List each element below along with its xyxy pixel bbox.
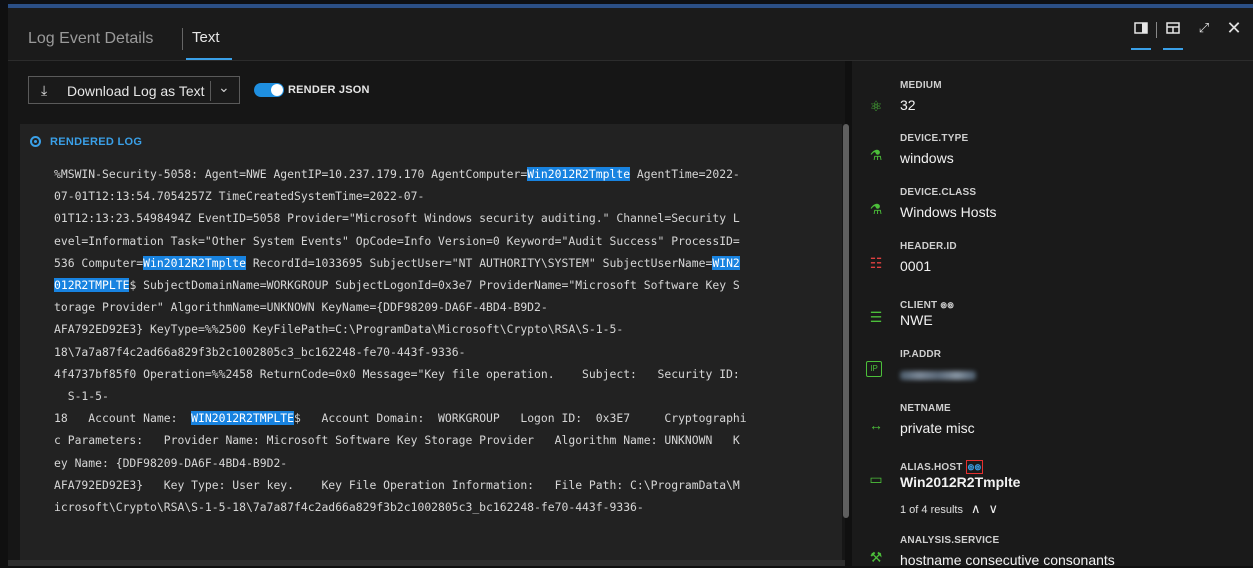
field-name: DEVICE.CLASS <box>900 187 977 198</box>
medium-icon: ⚛ <box>869 98 883 114</box>
log-line: AFA792ED92E3} KeyType=%%2500 KeyFilePath… <box>54 322 624 337</box>
field-value[interactable]: private misc <box>900 420 975 436</box>
ip-addr-icon: IP <box>866 361 882 377</box>
download-icon: ⤓ <box>41 82 48 98</box>
field-name: CLIENT ๏๏ <box>900 299 955 311</box>
field-value[interactable]: NWE <box>900 312 933 328</box>
search-highlight: Win2012R2Tmplte <box>143 255 247 270</box>
chevron-down-icon[interactable]: ∨ <box>989 501 999 516</box>
search-highlight: 012R2TMPLTE <box>54 278 130 292</box>
horizontal-scrollbar[interactable] <box>8 560 845 566</box>
search-highlight: Win2012R2Tmplte <box>527 167 631 181</box>
analysis-service-icon: ⚒ <box>869 549 883 565</box>
field-value[interactable]: windows <box>900 150 954 166</box>
header-divider <box>1156 22 1157 38</box>
alias-host-icon: ▭ <box>869 471 883 487</box>
search-highlight: WIN2 <box>712 255 740 270</box>
close-icon[interactable]: ✕ <box>1226 19 1242 37</box>
log-line: ey Name: {DDF98209-DA6F-4BD4-B9D2- <box>54 455 288 470</box>
rendered-log-icon <box>30 136 41 147</box>
field-value[interactable] <box>900 371 976 380</box>
active-tab-indicator <box>186 58 232 60</box>
toggle-knob <box>271 84 283 96</box>
header-id-icon: ☷ <box>869 255 883 271</box>
log-line: 07-01T12:13:54.7054257Z TimeCreatedSyste… <box>54 189 425 204</box>
button-divider <box>210 81 211 101</box>
log-line: evel=Information Task="Other System Even… <box>54 233 740 248</box>
result-navigator: 1 of 4 results ∧ ∨ <box>900 501 998 517</box>
log-line: 4f4737bf85f0 Operation=%%2458 ReturnCode… <box>54 366 740 381</box>
chevron-down-icon[interactable]: ⌄ <box>218 79 230 96</box>
field-value[interactable]: Windows Hosts <box>900 204 996 220</box>
device-type-icon: ⚗ <box>869 147 883 163</box>
expand-icon[interactable]: ⤢ <box>1196 20 1212 36</box>
render-json-toggle[interactable] <box>254 83 284 97</box>
log-line: %MSWIN-Security-5058: Agent=NWE AgentIP=… <box>54 167 740 181</box>
tab-text[interactable]: Text <box>192 29 220 46</box>
panel-active-indicator <box>1131 48 1151 50</box>
log-line: 01T12:13:23.5498494Z EventID=5058 Provid… <box>54 211 740 226</box>
binoculars-icon[interactable]: ๏๏ <box>965 460 984 474</box>
split-view-icon[interactable] <box>1165 20 1181 36</box>
device-class-icon: ⚗ <box>869 201 883 217</box>
field-name: NETNAME <box>900 403 951 414</box>
render-json-label: RENDER JSON <box>288 84 370 96</box>
result-count: 1 of 4 results <box>900 504 963 516</box>
field-name: ANALYSIS.SERVICE <box>900 535 1000 546</box>
log-line: S-1-5- <box>54 389 109 403</box>
field-value[interactable]: 32 <box>900 97 916 113</box>
log-line: AFA792ED92E3} Key Type: User key. Key Fi… <box>54 477 740 492</box>
log-line: torage Provider" AlgorithmName=UNKNOWN K… <box>54 300 548 315</box>
search-highlight: WIN2012R2TMPLTE <box>191 411 295 426</box>
log-line: icrosoft\Crypto\RSA\S-1-5-18\7a7a87f4c2a… <box>54 500 644 514</box>
netname-icon: ↔ <box>869 417 883 433</box>
log-line: 012R2TMPLTE$ SubjectDomainName=WORKGROUP… <box>54 278 740 292</box>
top-strip <box>0 0 1253 8</box>
field-name: IP.ADDR <box>900 349 942 360</box>
split-active-indicator <box>1163 48 1183 50</box>
panel-icon[interactable] <box>1133 20 1149 36</box>
field-value[interactable]: 0001 <box>900 258 931 274</box>
field-name: MEDIUM <box>900 80 942 91</box>
field-name: HEADER.ID <box>900 241 957 252</box>
log-scrollbar[interactable] <box>843 124 849 518</box>
log-line: 18\7a7a87f4c2ad66a829f3b2c1002805c3_bc16… <box>54 344 466 359</box>
panel-header: Log Event Details Text <box>8 8 1253 61</box>
log-line: 18 Account Name: WIN2012R2TMPLTE$ Accoun… <box>54 411 747 426</box>
tab-divider <box>182 28 183 50</box>
client-icon: ☰ <box>869 309 883 325</box>
download-label: Download Log as Text <box>67 83 205 99</box>
log-line: 536 Computer=Win2012R2Tmplte RecordId=10… <box>54 255 740 270</box>
chevron-up-icon[interactable]: ∧ <box>971 501 981 516</box>
field-name: ALIAS.HOST ๏๏ <box>900 460 984 474</box>
download-log-button[interactable]: ⤓ Download Log as Text ⌄ <box>28 76 240 104</box>
log-line: c Parameters: Provider Name: Microsoft S… <box>54 433 740 448</box>
field-value[interactable]: Win2012R2Tmplte <box>900 474 1020 490</box>
rendered-log-label: RENDERED LOG <box>50 136 143 148</box>
binoculars-icon[interactable]: ๏๏ <box>940 299 954 311</box>
field-name: DEVICE.TYPE <box>900 133 969 144</box>
tab-log-event-details[interactable]: Log Event Details <box>28 30 153 48</box>
